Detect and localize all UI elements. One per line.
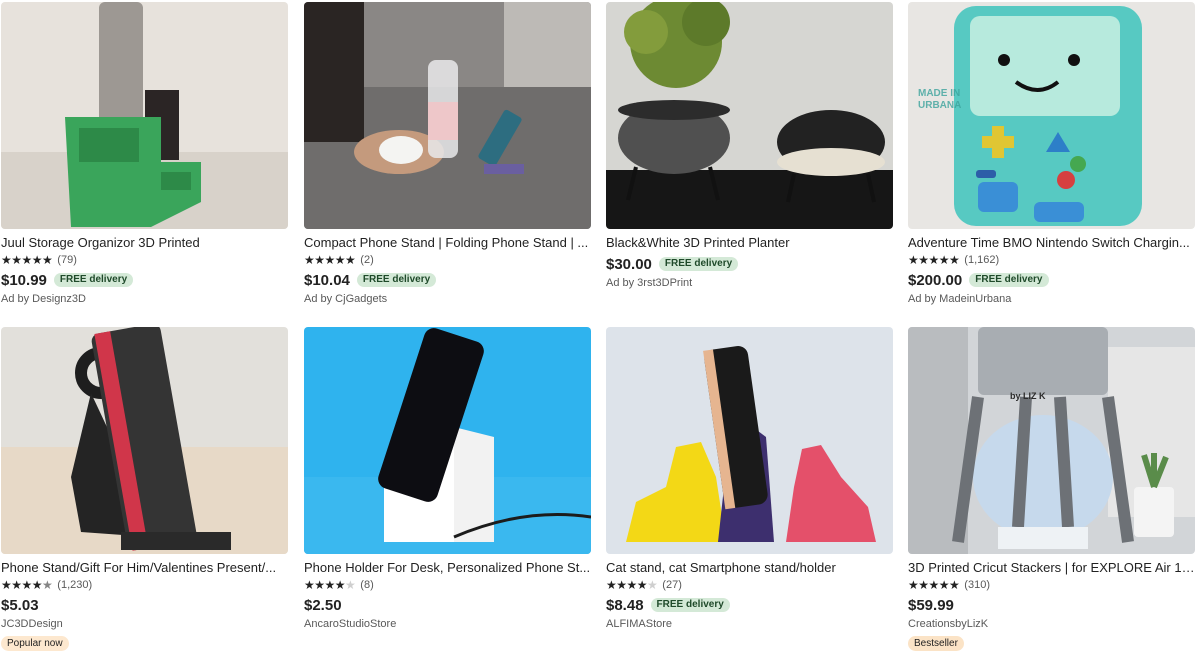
review-count: (79) xyxy=(57,254,77,266)
star-rating-icon: ★★★★★ xyxy=(908,253,960,267)
price: $10.04 xyxy=(304,271,350,289)
review-count: (2) xyxy=(360,254,374,266)
listing-card[interactable]: Phone Holder For Desk, Personalized Phon… xyxy=(304,327,591,631)
listing-title[interactable]: 3D Printed Cricut Stackers | for EXPLORE… xyxy=(908,560,1195,576)
seller-name: ALFIMAStore xyxy=(606,618,673,630)
listing-image[interactable] xyxy=(304,2,591,229)
listing-title[interactable]: Juul Storage Organizor 3D Printed xyxy=(1,235,288,251)
star-rating-icon: ★★★★★ xyxy=(1,253,53,267)
seller-name: Ad by MadeinUrbana xyxy=(908,293,1012,305)
seller-name: Ad by Designz3D xyxy=(1,293,86,305)
rating: ★★★★★ (1,162) xyxy=(908,253,1195,267)
listing-image[interactable] xyxy=(606,327,893,554)
review-count: (310) xyxy=(964,579,990,591)
price: $59.99 xyxy=(908,596,954,614)
star-rating-icon: ★★★★★ xyxy=(304,253,356,267)
star-rating-icon: ★★★★★ xyxy=(1,578,53,592)
listing-card[interactable]: Compact Phone Stand | Folding Phone Stan… xyxy=(304,2,591,306)
star-rating-icon: ★★★★★ xyxy=(908,578,960,592)
free-delivery-badge: FREE delivery xyxy=(969,273,1049,287)
listing-image[interactable] xyxy=(606,2,893,229)
review-count: (1,230) xyxy=(57,579,93,591)
free-delivery-badge: FREE delivery xyxy=(53,273,134,287)
listing-title[interactable]: Phone Stand/Gift For Him/Valentines Pres… xyxy=(1,560,288,576)
listing-image[interactable]: MADE IN URBANA xyxy=(908,2,1195,229)
rating: ★★★★★ (2) xyxy=(304,253,591,267)
star-rating-icon: ★★★★★ xyxy=(606,578,658,592)
listing-card[interactable]: Cat stand, cat Smartphone stand/holder ★… xyxy=(606,327,893,631)
review-count: (27) xyxy=(662,579,682,591)
seller-name: JC3DDesign xyxy=(1,618,63,630)
price: $8.48 xyxy=(606,596,644,614)
rating: ★★★★★ (310) xyxy=(908,578,1195,592)
listing-card[interactable]: Black&White 3D Printed Planter $30.00 FR… xyxy=(606,2,893,290)
listing-grid: Juul Storage Organizor 3D Printed ★★★★★ … xyxy=(0,0,1200,651)
seller-name: Ad by CjGadgets xyxy=(304,293,388,305)
star-rating-icon: ★★★★★ xyxy=(304,578,356,592)
free-delivery-badge: FREE delivery xyxy=(658,257,739,271)
price: $2.50 xyxy=(304,596,342,614)
price: $10.99 xyxy=(1,271,47,289)
rating: ★★★★★ (27) xyxy=(606,578,893,592)
rating: ★★★★★ (1,230) xyxy=(1,578,288,592)
seller-name: Ad by 3rst3DPrint xyxy=(606,277,693,289)
listing-image[interactable]: by LIZ K xyxy=(908,327,1195,554)
price: $5.03 xyxy=(1,596,39,614)
listing-title[interactable]: Compact Phone Stand | Folding Phone Stan… xyxy=(304,235,591,251)
free-delivery-badge: FREE delivery xyxy=(650,598,730,612)
seller-name: CreationsbyLizK xyxy=(908,618,989,630)
listing-image[interactable] xyxy=(1,327,288,554)
listing-card[interactable]: Juul Storage Organizor 3D Printed ★★★★★ … xyxy=(1,2,288,306)
listing-title[interactable]: Cat stand, cat Smartphone stand/holder xyxy=(606,560,893,576)
price: $200.00 xyxy=(908,271,963,289)
listing-image[interactable] xyxy=(304,327,591,554)
listing-title[interactable]: Black&White 3D Printed Planter xyxy=(606,235,893,251)
image-watermark: by LIZ K xyxy=(1010,391,1046,401)
rating: ★★★★★ (79) xyxy=(1,253,288,267)
listing-card[interactable]: Phone Stand/Gift For Him/Valentines Pres… xyxy=(1,327,288,651)
listing-image[interactable] xyxy=(1,2,288,229)
seller-name: AncaroStudioStore xyxy=(304,618,397,630)
price: $30.00 xyxy=(606,255,652,273)
listing-title[interactable]: Phone Holder For Desk, Personalized Phon… xyxy=(304,560,591,576)
review-count: (1,162) xyxy=(964,254,1000,266)
listing-card[interactable]: by LIZ K 3D Printed Cricut Stackers | fo… xyxy=(908,327,1195,651)
free-delivery-badge: FREE delivery xyxy=(356,273,437,287)
image-watermark: MADE IN URBANA xyxy=(918,88,962,111)
listing-title[interactable]: Adventure Time BMO Nintendo Switch Charg… xyxy=(908,235,1195,251)
rating: ★★★★★ (8) xyxy=(304,578,591,592)
review-count: (8) xyxy=(360,579,374,591)
listing-card[interactable]: MADE IN URBANA Adventure Time BMO Ninten… xyxy=(908,2,1195,306)
